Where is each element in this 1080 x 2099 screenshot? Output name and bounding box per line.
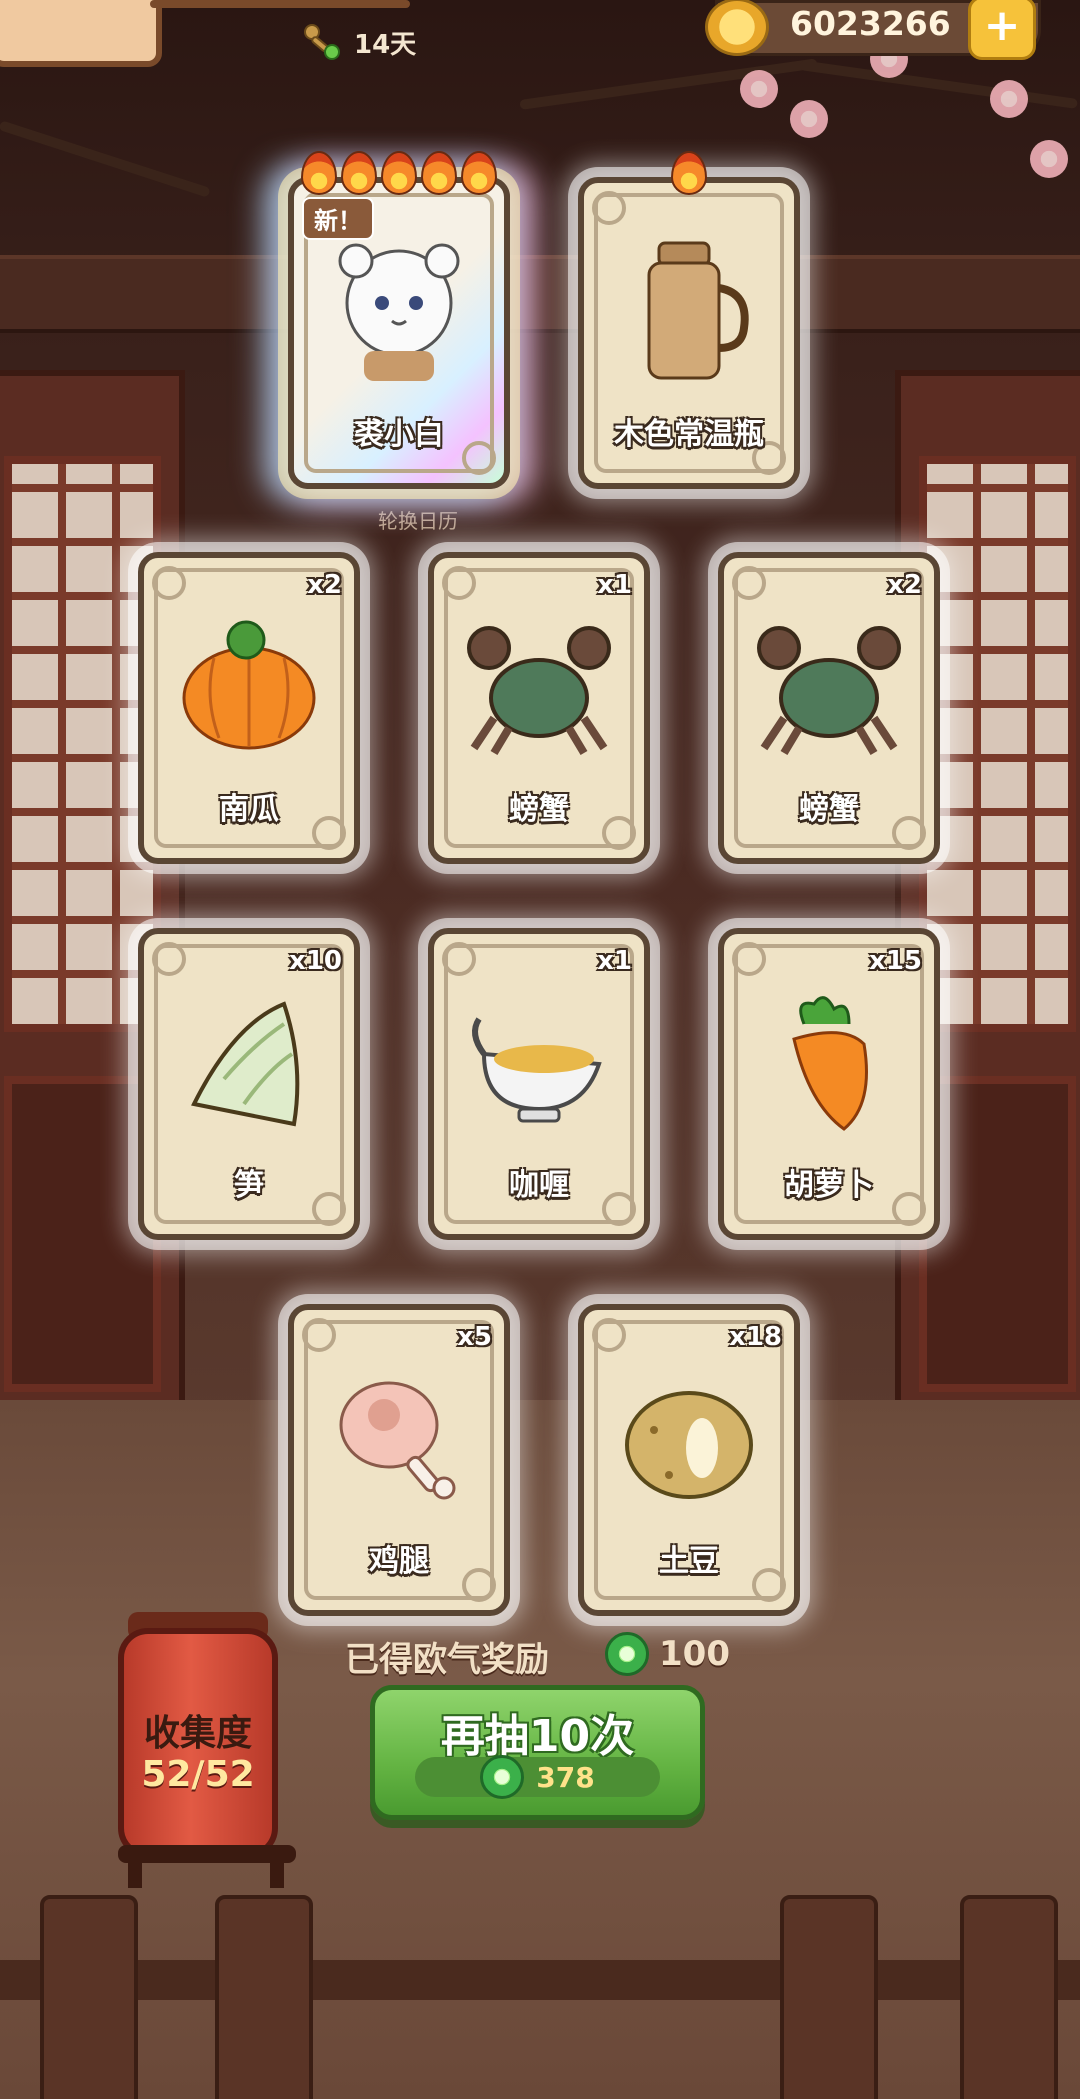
card-count: x1 <box>597 570 632 600</box>
reward-card[interactable]: x18 土豆 <box>578 1304 800 1616</box>
card-count: x1 <box>597 946 632 976</box>
jade-coin-icon <box>480 1755 525 1799</box>
reward-card[interactable]: x1 咖喱 <box>428 928 650 1240</box>
white-cat-character-icon <box>338 243 460 381</box>
reward-card[interactable]: 新！ 裘小白 <box>288 151 510 489</box>
bamboo-shoot-icon <box>191 1001 300 1127</box>
ceiling-beam <box>0 255 1080 333</box>
rarity-flames <box>294 151 504 195</box>
collection-lantern[interactable]: 收集度 52/52 <box>118 1628 278 1858</box>
blossom-flower <box>990 80 1028 118</box>
days-counter: 14天 <box>300 22 416 62</box>
reward-card[interactable]: x1 螃蟹 <box>428 552 650 864</box>
carrot-icon <box>792 996 868 1131</box>
fence-post <box>960 1895 1058 2099</box>
fence-post <box>40 1895 138 2099</box>
rarity-flames <box>584 151 794 195</box>
blossom-flower <box>790 100 828 138</box>
days-text: 14天 <box>354 29 417 60</box>
reward-card[interactable]: x10 笋 <box>138 928 360 1240</box>
blossom-flower <box>740 70 778 108</box>
card-count: x10 <box>289 946 342 976</box>
lantern-leg <box>270 1860 284 1888</box>
reward-card[interactable]: x15 胡萝卜 <box>718 928 940 1240</box>
card-name: 咖喱 <box>509 1168 569 1203</box>
coin-icon <box>705 0 769 56</box>
card-count: x2 <box>307 570 342 600</box>
draw-cost-value: 378 <box>536 1760 595 1794</box>
flame-icon <box>461 151 497 195</box>
card-name: 木色常温瓶 <box>614 417 764 452</box>
card-count: x5 <box>457 1322 492 1352</box>
reward-card[interactable]: x5 鸡腿 <box>288 1304 510 1616</box>
calendar-hint: 轮换日历 <box>378 509 458 533</box>
chicken-leg-icon <box>339 1381 456 1500</box>
right-door <box>895 370 1080 1420</box>
crab-icon <box>757 626 901 756</box>
card-name: 螃蟹 <box>509 792 569 827</box>
blossom-flower <box>1030 140 1068 178</box>
collection-value: 52/52 <box>141 1754 255 1795</box>
card-name: 螃蟹 <box>799 792 859 827</box>
flame-icon <box>301 151 337 195</box>
flame-icon <box>421 151 457 195</box>
curry-gravy-boat-icon <box>472 1017 602 1123</box>
draw-again-label: 再抽10次 <box>440 1711 635 1762</box>
reward-label: 已得欧气奖励 <box>345 1640 549 1680</box>
wooden-thermos-icon <box>647 241 749 380</box>
progress-bar <box>150 0 410 8</box>
flame-icon <box>671 151 707 195</box>
card-name: 裘小白 <box>354 417 444 452</box>
card-count: x15 <box>869 946 922 976</box>
collection-title: 收集度 <box>143 1713 252 1754</box>
reward-amount-value: 100 <box>659 1634 730 1674</box>
reward-card[interactable]: 木色常温瓶 <box>578 151 800 489</box>
card-name: 南瓜 <box>219 792 279 827</box>
crab-icon <box>467 626 611 756</box>
reward-amount: 100 <box>605 1632 730 1676</box>
fence-rail <box>0 1960 1080 2000</box>
fence-post <box>780 1895 878 2099</box>
reward-card[interactable]: x2 南瓜 <box>138 552 360 864</box>
fence-post <box>215 1895 313 2099</box>
key-sprout-icon <box>304 24 340 60</box>
draw-cost-bar: 378 <box>415 1755 660 1799</box>
card-name: 笋 <box>234 1168 264 1203</box>
player-avatar[interactable] <box>0 0 162 67</box>
card-count: x18 <box>729 1322 782 1352</box>
card-name: 胡萝卜 <box>784 1168 874 1203</box>
pumpkin-icon <box>182 620 316 750</box>
coin-value: 6023266 <box>790 4 951 43</box>
draw-again-button[interactable]: 再抽10次 378 <box>370 1685 705 1820</box>
flame-icon <box>381 151 417 195</box>
jade-coin-icon <box>605 1632 649 1676</box>
card-count: x2 <box>887 570 922 600</box>
card-name: 鸡腿 <box>369 1544 429 1579</box>
flame-icon <box>341 151 377 195</box>
left-door <box>0 370 185 1420</box>
potato-icon <box>625 1391 753 1499</box>
add-coins-button[interactable]: + <box>968 0 1036 60</box>
card-name: 土豆 <box>659 1544 719 1579</box>
reward-card[interactable]: x2 螃蟹 <box>718 552 940 864</box>
lantern-leg <box>128 1860 142 1888</box>
